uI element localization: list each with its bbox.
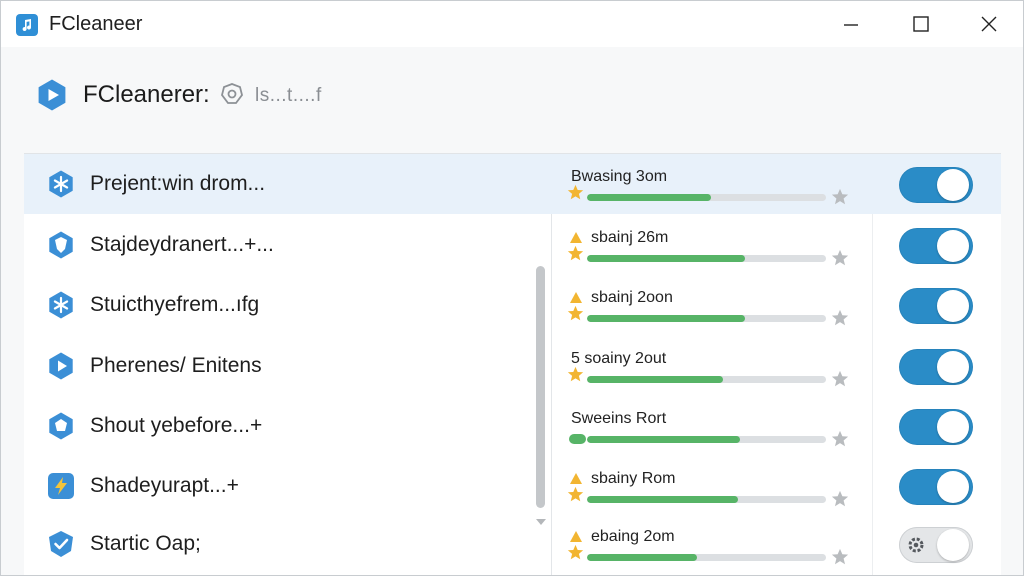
cleaner-list: Preјent:win drom... Bwasing 3om Stajdeyd… xyxy=(24,153,1001,575)
list-item[interactable]: Startic Oap; ebaing 2om xyxy=(24,514,1001,574)
play-icon xyxy=(38,79,66,111)
star-outline-icon[interactable] xyxy=(831,188,849,206)
stat-text: sbainj 26m xyxy=(591,229,669,246)
gear-tag-icon[interactable] xyxy=(220,82,244,106)
warning-star-icon xyxy=(570,473,582,484)
progress-bar xyxy=(587,554,826,561)
stat-text: Bwasing 3om xyxy=(571,168,668,185)
close-button[interactable] xyxy=(955,1,1023,47)
stat-text: sbainj 2oon xyxy=(591,289,673,306)
enable-toggle[interactable] xyxy=(899,527,973,563)
app-name: FCleanerer: xyxy=(83,81,210,108)
star-icon xyxy=(567,486,584,502)
star-outline-icon[interactable] xyxy=(831,490,849,508)
list-item-label: Pherenes/ Enitens xyxy=(90,354,262,377)
list-item[interactable]: Preјent:win drom... Bwasing 3om xyxy=(24,154,1001,214)
list-item[interactable]: Pherenes/ Enitens 5 soainy 2out xyxy=(24,336,1001,396)
list-item-label: Preјent:win drom... xyxy=(90,172,266,195)
close-icon xyxy=(981,16,997,32)
maximize-button[interactable] xyxy=(887,1,955,47)
warning-star-icon xyxy=(570,531,582,542)
star-outline-icon[interactable] xyxy=(831,548,849,566)
list-item[interactable]: Shadeyurapt...+ sbainy Rom xyxy=(24,456,1001,516)
app-window: FCleaneer FCleanerer: ls...t....f Preјen xyxy=(0,0,1024,576)
shield-icon xyxy=(49,231,73,259)
toggle-knob xyxy=(937,290,969,322)
star-icon xyxy=(567,544,584,560)
stat-text: sbainy Rom xyxy=(591,470,676,487)
progress-bar xyxy=(587,496,826,503)
star-icon xyxy=(567,305,584,321)
status-dot xyxy=(569,434,586,444)
title-bar[interactable]: FCleaneer xyxy=(1,1,1023,47)
progress-bar xyxy=(587,436,826,443)
enable-toggle[interactable] xyxy=(899,167,973,203)
gear-icon xyxy=(908,537,924,553)
list-item-label: Shadeyurapt...+ xyxy=(90,474,239,497)
progress-bar xyxy=(587,194,826,201)
stat-text: ebaing 2om xyxy=(591,528,675,545)
scrollbar-thumb[interactable] xyxy=(536,266,545,508)
star-outline-icon[interactable] xyxy=(831,309,849,327)
star-outline-icon[interactable] xyxy=(831,249,849,267)
enable-toggle[interactable] xyxy=(899,409,973,445)
toggle-knob xyxy=(937,169,969,201)
progress-bar xyxy=(587,255,826,262)
header-status-text: ls...t....f xyxy=(255,85,322,106)
snowflake-icon xyxy=(49,291,73,319)
badge-icon xyxy=(49,412,73,440)
list-item-label: Startic Oap; xyxy=(90,532,201,555)
maximize-icon xyxy=(913,16,929,32)
stat-text: Sweeins Rort xyxy=(571,410,667,427)
list-item-label: Stuicthyefrem...ıfg xyxy=(90,293,260,316)
check-badge-icon xyxy=(49,531,73,557)
play-icon xyxy=(49,352,73,380)
enable-toggle[interactable] xyxy=(899,469,973,505)
toggle-knob xyxy=(937,411,969,443)
app-logo-icon xyxy=(16,14,38,36)
star-outline-icon[interactable] xyxy=(831,370,849,388)
minimize-icon xyxy=(844,24,858,26)
progress-bar xyxy=(587,376,826,383)
warning-star-icon xyxy=(570,232,582,243)
list-item[interactable]: Shout yebefore...+ Sweeins Rort xyxy=(24,396,1001,456)
stat-text: 5 soainy 2out xyxy=(571,350,667,367)
warning-star-icon xyxy=(570,292,582,303)
toggle-knob xyxy=(937,471,969,503)
star-icon xyxy=(567,366,584,382)
star-outline-icon[interactable] xyxy=(831,430,849,448)
enable-toggle[interactable] xyxy=(899,288,973,324)
list-item-label: Shout yebefore...+ xyxy=(90,414,263,437)
toggle-knob xyxy=(937,529,969,561)
progress-bar xyxy=(587,315,826,322)
window-title: FCleaneer xyxy=(49,13,143,35)
toggle-knob xyxy=(937,351,969,383)
scroll-down-arrow-icon[interactable] xyxy=(535,518,547,526)
lightning-icon xyxy=(48,473,74,499)
minimize-button[interactable] xyxy=(817,1,885,47)
toggle-knob xyxy=(937,230,969,262)
enable-toggle[interactable] xyxy=(899,228,973,264)
star-icon xyxy=(567,184,584,200)
list-item-label: Stajdeydranert...+... xyxy=(90,233,274,256)
list-item[interactable]: Stajdeydranert...+... sbainj 26m xyxy=(24,215,1001,275)
snowflake-icon xyxy=(49,170,73,198)
enable-toggle[interactable] xyxy=(899,349,973,385)
star-icon xyxy=(567,245,584,261)
list-item[interactable]: Stuicthyefrem...ıfg sbainj 2oon xyxy=(24,275,1001,335)
